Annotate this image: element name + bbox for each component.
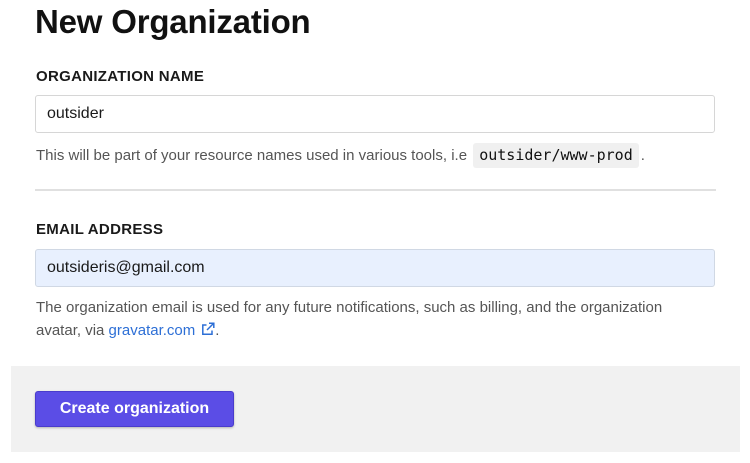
gravatar-link[interactable]: gravatar.com	[109, 322, 216, 339]
create-organization-button[interactable]: Create organization	[35, 391, 234, 427]
resource-name-example: outsider/www-prod	[473, 143, 639, 168]
external-link-icon	[202, 322, 215, 335]
page-title: New Organization	[35, 3, 311, 40]
organization-name-help-suffix: .	[640, 147, 645, 164]
email-address-help-suffix: .	[215, 322, 220, 339]
email-address-help: The organization email is used for any f…	[36, 296, 676, 342]
organization-name-label: ORGANIZATION NAME	[36, 68, 205, 85]
section-divider	[35, 189, 716, 191]
email-address-input[interactable]	[35, 249, 715, 287]
organization-name-input[interactable]	[35, 95, 715, 133]
form-footer: Create organization	[11, 366, 740, 452]
email-address-label: EMAIL ADDRESS	[36, 221, 164, 238]
gravatar-link-text: gravatar.com	[108, 322, 196, 339]
new-organization-page: New Organization ORGANIZATION NAME This …	[0, 0, 750, 463]
organization-name-help: This will be part of your resource names…	[36, 143, 645, 168]
organization-name-help-text: This will be part of your resource names…	[36, 147, 468, 164]
